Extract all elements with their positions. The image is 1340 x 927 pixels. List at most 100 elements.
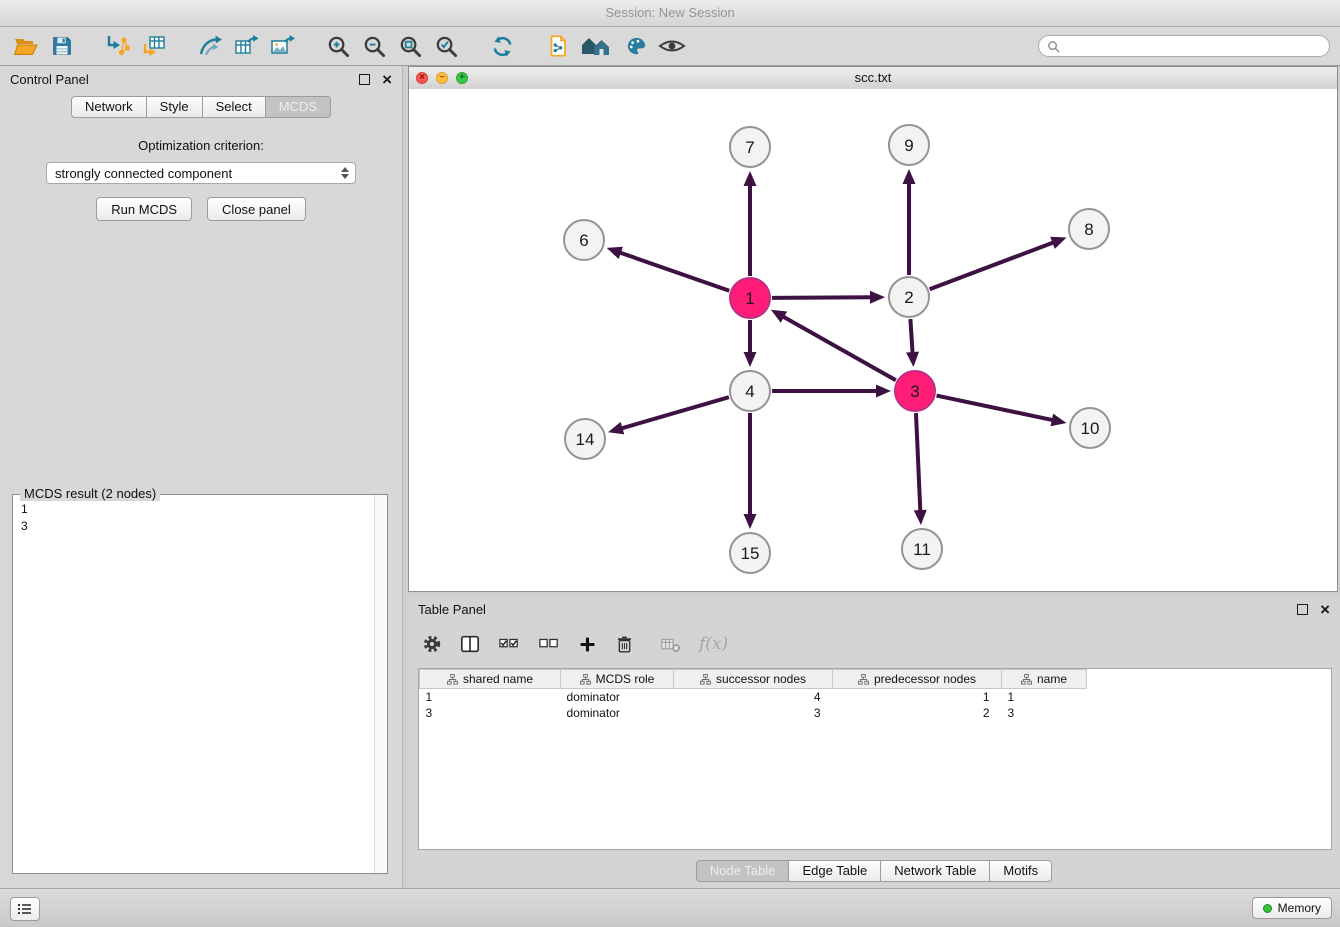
table-cell: 1 [1002, 689, 1087, 706]
svg-text:6: 6 [579, 231, 588, 250]
columns-icon [460, 634, 480, 654]
edge-3-10[interactable] [937, 396, 1054, 421]
zoom-out-button[interactable] [356, 29, 392, 63]
tab-mcds[interactable]: MCDS [265, 96, 331, 118]
search-box[interactable] [1038, 35, 1330, 57]
export-table-button[interactable] [228, 29, 264, 63]
zoom-selected-icon [434, 34, 459, 59]
open-folder-icon [13, 34, 39, 58]
edge-4-14[interactable] [621, 397, 729, 429]
network-window-titlebar[interactable]: × − + scc.txt [409, 67, 1337, 90]
status-bar: Memory [0, 888, 1340, 927]
table-panel: Table Panel × [408, 596, 1340, 888]
edge-2-3[interactable] [910, 319, 912, 354]
edge-arrowhead [608, 422, 624, 434]
window-title: Session: New Session [605, 5, 734, 20]
column-header-predecessor-nodes[interactable]: predecessor nodes [833, 670, 1002, 689]
table-cell: 2 [833, 705, 1002, 721]
table-tab-network-table[interactable]: Network Table [880, 860, 989, 882]
gear-icon [422, 634, 442, 654]
show-hide-button[interactable] [654, 29, 690, 63]
export-image-button[interactable] [264, 29, 300, 63]
table-tab-edge-table[interactable]: Edge Table [788, 860, 880, 882]
search-input[interactable] [1066, 38, 1321, 54]
table-tab-node-table[interactable]: Node Table [696, 860, 789, 882]
edge-arrowhead [744, 352, 757, 367]
tab-style[interactable]: Style [146, 96, 202, 118]
table-tab-motifs[interactable]: Motifs [989, 860, 1052, 882]
graph-node-9[interactable]: 9 [889, 125, 929, 165]
home-button[interactable] [576, 29, 618, 63]
import-table-button[interactable] [136, 29, 172, 63]
tab-network[interactable]: Network [71, 96, 146, 118]
window-titlebar: Session: New Session [0, 0, 1340, 27]
delete-table-button-disabled [660, 635, 681, 654]
tab-select[interactable]: Select [202, 96, 265, 118]
table-header-row: shared nameMCDS rolesuccessor nodesprede… [420, 670, 1087, 689]
maximize-window-icon[interactable]: + [456, 72, 468, 84]
network-canvas[interactable]: 7 9 6 8 1 2 4 3 14 10 15 11 [409, 89, 1337, 591]
graph-node-4[interactable]: 4 [730, 371, 770, 411]
delete-column-button[interactable] [615, 634, 634, 654]
zoom-fit-button[interactable] [392, 29, 428, 63]
zoom-selected-button[interactable] [428, 29, 464, 63]
close-panel-icon[interactable]: × [382, 71, 392, 88]
graph-node-1[interactable]: 1 [730, 278, 770, 318]
run-mcds-button[interactable]: Run MCDS [96, 197, 192, 221]
attribute-type-icon [447, 674, 458, 685]
svg-text:15: 15 [741, 544, 760, 563]
graph-node-14[interactable]: 14 [565, 419, 605, 459]
table-row[interactable]: 1dominator411 [420, 689, 1087, 706]
graph-node-11[interactable]: 11 [902, 529, 942, 569]
graph-node-10[interactable]: 10 [1070, 408, 1110, 448]
table-settings-button[interactable] [422, 634, 442, 654]
select-all-columns-button[interactable] [498, 634, 520, 654]
zoom-in-button[interactable] [320, 29, 356, 63]
optimization-criterion-select[interactable]: strongly connected component [46, 162, 356, 184]
mcds-result-list: 13 [13, 495, 387, 541]
save-session-button[interactable] [44, 29, 80, 63]
open-session-file-button[interactable] [540, 29, 576, 63]
import-network-button[interactable] [100, 29, 136, 63]
style-brush-button[interactable] [618, 29, 654, 63]
table-cell: 1 [420, 689, 561, 706]
edge-3-11[interactable] [916, 413, 920, 512]
edge-3-1[interactable] [782, 316, 896, 380]
refresh-button[interactable] [484, 29, 520, 63]
minimize-window-icon[interactable]: − [436, 72, 448, 84]
memory-button[interactable]: Memory [1252, 897, 1332, 919]
export-network-icon [197, 33, 223, 59]
table-row[interactable]: 3dominator323 [420, 705, 1087, 721]
graph-node-3[interactable]: 3 [895, 371, 935, 411]
svg-text:2: 2 [904, 288, 913, 307]
edge-1-6[interactable] [619, 252, 729, 291]
add-column-button[interactable] [578, 635, 597, 654]
close-panel-icon[interactable]: × [1320, 601, 1330, 618]
column-header-name[interactable]: name [1002, 670, 1087, 689]
show-columns-button[interactable] [460, 634, 480, 654]
close-panel-button[interactable]: Close panel [207, 197, 306, 221]
edge-1-2[interactable] [772, 297, 872, 298]
graph-node-8[interactable]: 8 [1069, 209, 1109, 249]
column-header-shared-name[interactable]: shared name [420, 670, 561, 689]
export-network-button[interactable] [192, 29, 228, 63]
column-header-MCDS-role[interactable]: MCDS role [561, 670, 674, 689]
graph-node-2[interactable]: 2 [889, 277, 929, 317]
graph-node-7[interactable]: 7 [730, 127, 770, 167]
edge-2-8[interactable] [930, 242, 1055, 289]
result-scrollbar[interactable] [374, 495, 387, 873]
float-panel-icon[interactable] [1297, 604, 1308, 615]
float-panel-icon[interactable] [359, 74, 370, 85]
session-file-icon [546, 33, 570, 59]
checked-boxes-icon [498, 634, 520, 654]
close-window-icon[interactable]: × [416, 72, 428, 84]
unselect-all-columns-button[interactable] [538, 634, 560, 654]
import-network-icon [105, 33, 131, 59]
graph-node-6[interactable]: 6 [564, 220, 604, 260]
graph-node-15[interactable]: 15 [730, 533, 770, 573]
column-header-successor-nodes[interactable]: successor nodes [674, 670, 833, 689]
zoom-out-icon [362, 34, 387, 59]
open-file-button[interactable] [8, 29, 44, 63]
edge-arrowhead [870, 291, 885, 304]
task-history-button[interactable] [10, 897, 40, 921]
